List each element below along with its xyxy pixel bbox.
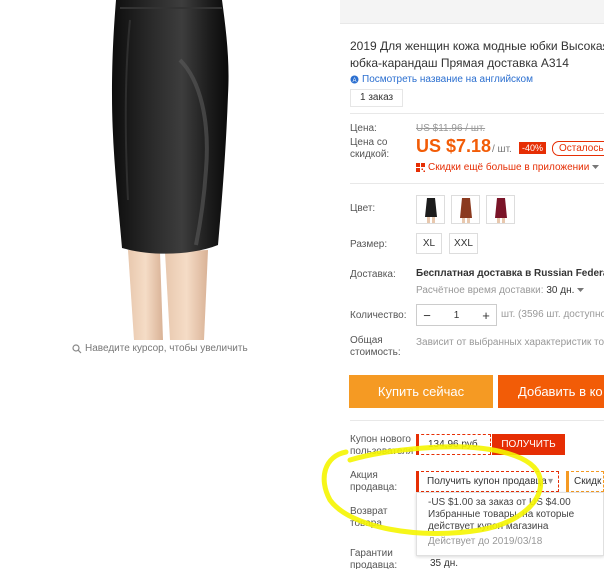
divider <box>350 183 604 184</box>
quantity-stepper[interactable]: − 1 + <box>416 304 497 326</box>
discount-price-label-line-1: Цена со <box>350 137 388 148</box>
guarantee-label-line-1: Гарантии <box>350 548 393 559</box>
new-user-coupon-amount: 134,96 руб. <box>416 434 491 455</box>
discount-price-label-line-2: скидкой: <box>350 149 390 160</box>
color-swatch-black[interactable] <box>416 195 445 224</box>
guarantee-label: Гарантии продавца: <box>350 548 397 569</box>
product-title: 2019 Для женщин кожа модные юбки Высокая… <box>350 38 604 72</box>
divider <box>350 113 604 114</box>
get-coupon-button[interactable]: ПОЛУЧИТЬ <box>492 434 565 455</box>
buy-now-button[interactable]: Купить сейчас <box>349 375 493 408</box>
skirt-thumbnail <box>459 197 472 223</box>
top-band <box>340 0 604 24</box>
seller-promo-label: Акция продавца: <box>350 470 397 494</box>
discount-price-label: Цена со скидкой: <box>350 137 389 161</box>
caret-down-icon <box>577 288 585 292</box>
product-title-line-1: 2019 Для женщин кожа модные юбки Высокая <box>350 39 604 53</box>
caret-down-icon <box>592 165 600 169</box>
new-user-coupon-label: Купон нового пользователя <box>350 434 413 458</box>
orders-count: 1 заказ <box>350 89 404 107</box>
seller-discount-dropdown[interactable]: Скидк <box>566 471 604 492</box>
svg-text:A: A <box>352 78 356 84</box>
product-gallery: Наведите курсор, чтобы увеличить <box>0 0 332 569</box>
size-option-xxl[interactable]: XXL <box>449 233 478 254</box>
magnifier-icon <box>72 343 82 353</box>
zoom-hint-text: Наведите курсор, чтобы увеличить <box>85 343 248 354</box>
remaining-badge: Осталось <box>552 141 604 156</box>
new-user-coupon-label-line-1: Купон нового <box>350 434 411 445</box>
current-price: US $7.18 <box>416 136 492 156</box>
app-discount-text[interactable]: Скидки ещё больше в приложении <box>428 162 589 173</box>
product-image[interactable] <box>0 0 332 340</box>
delivery-time: Расчётное время доставки: 30 дн. <box>416 285 585 296</box>
seller-promo-label-line-1: Акция <box>350 470 378 481</box>
seller-promo-label-line-2: продавца: <box>350 482 398 493</box>
seller-coupon-dropdown[interactable]: Получить купон продавца ▾ <box>416 471 559 492</box>
total-label-line-1: Общая <box>350 335 383 346</box>
app-discount-link[interactable]: Скидки ещё больше в приложении <box>416 162 600 173</box>
total-text: Зависит от выбранных характеристик тов <box>416 337 604 348</box>
delivery-time-value: 30 дн. <box>546 285 575 296</box>
total-label-line-2: стоимость: <box>350 347 401 358</box>
add-to-cart-button[interactable]: Добавить в ко <box>498 375 604 408</box>
view-english-link[interactable]: A Посмотреть название на английском <box>350 74 533 85</box>
returns-label-line-1: Возврат <box>350 506 388 517</box>
product-detail: 2019 Для женщин кожа модные юбки Высокая… <box>340 0 604 569</box>
quantity-decrement-button[interactable]: − <box>417 308 437 323</box>
seller-coupon-dropdown-label[interactable]: Получить купон продавца <box>427 476 547 487</box>
zoom-hint: Наведите курсор, чтобы увеличить <box>72 343 248 354</box>
skirt-thumbnail <box>424 197 437 223</box>
returns-label-line-2: товара <box>350 518 382 529</box>
delivery-text: Бесплатная доставка в Russian Federati <box>416 268 604 279</box>
skirt-thumbnail <box>494 197 507 223</box>
discount-badge: -40% <box>519 142 547 154</box>
guarantee-days: 35 дн. <box>430 558 459 569</box>
quantity-available: шт. (3596 шт. доступно <box>501 309 604 320</box>
guarantee-label-line-2: продавца: <box>350 560 398 569</box>
popup-coupon-line-1: -US $1.00 за заказ от US $4.00 <box>428 497 571 508</box>
price-label: Цена: <box>350 123 377 134</box>
product-title-line-2: юбка-карандаш Прямая доставка A314 <box>350 56 569 70</box>
view-english-link-text[interactable]: Посмотреть название на английском <box>362 74 533 85</box>
new-user-coupon-label-line-2: пользователя <box>350 446 414 457</box>
popup-coupon-line-2: Избранные товары, на которые <box>428 509 575 520</box>
popup-coupon-line-3: действует купон магазина <box>428 521 549 532</box>
quantity-label: Количество: <box>350 310 407 321</box>
delivery-label: Доставка: <box>350 269 396 280</box>
color-swatch-brown[interactable] <box>451 195 480 224</box>
delivery-time-label: Расчётное время доставки: <box>416 285 544 296</box>
divider <box>350 420 604 421</box>
size-option-xl[interactable]: XL <box>416 233 442 254</box>
qr-code-icon <box>416 163 425 172</box>
original-price: US $11.96 / шт. <box>416 123 486 134</box>
returns-label: Возврат товара <box>350 506 388 530</box>
quantity-increment-button[interactable]: + <box>476 308 496 323</box>
size-label: Размер: <box>350 239 388 250</box>
seller-coupon-popup: -US $1.00 за заказ от US $4.00 Избранные… <box>416 492 604 556</box>
delivery-text-bold: Бесплатная доставка в Russian Federati <box>416 268 604 279</box>
popup-coupon-valid: Действует до 2019/03/18 <box>428 536 543 547</box>
per-unit: / шт. <box>492 144 512 155</box>
translate-icon: A <box>350 75 359 84</box>
total-label: Общая стоимость: <box>350 335 401 359</box>
color-swatch-burgundy[interactable] <box>486 195 515 224</box>
color-label: Цвет: <box>350 203 376 214</box>
caret-down-icon: ▾ <box>547 476 553 487</box>
quantity-value[interactable]: 1 <box>437 310 476 321</box>
